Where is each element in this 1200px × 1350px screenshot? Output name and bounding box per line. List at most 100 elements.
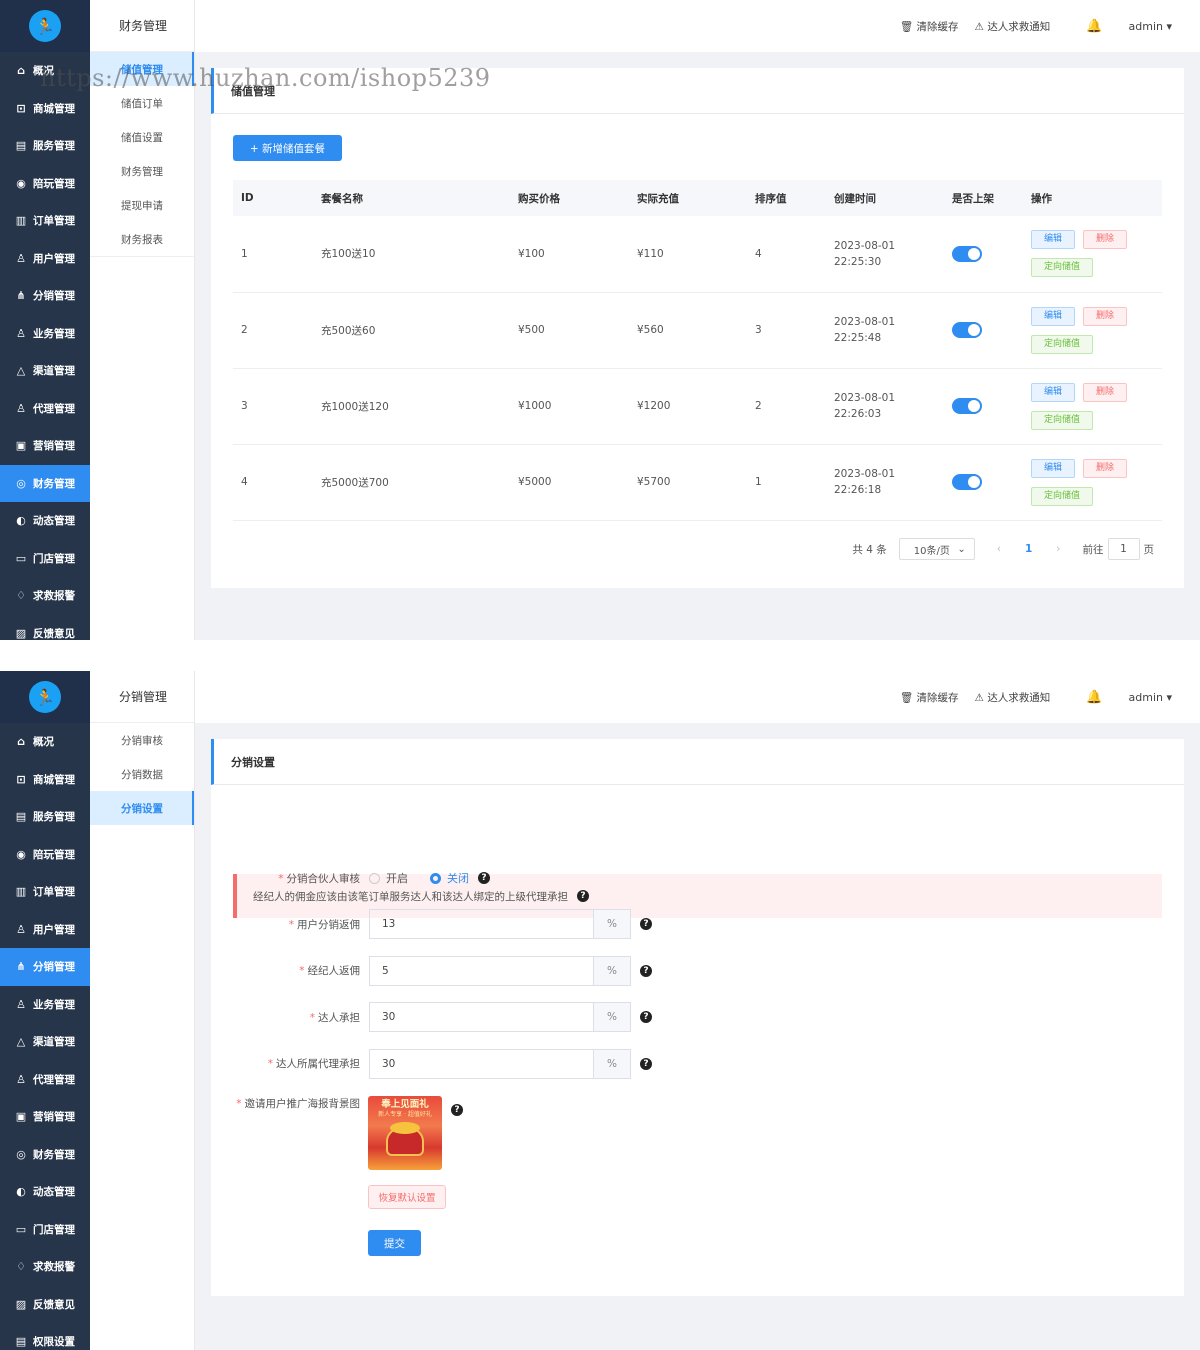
clear-cache-link[interactable]: 🗑 清除缓存 xyxy=(900,19,959,34)
goto-page-input[interactable]: 1 xyxy=(1107,538,1140,560)
sub-item-distribution-audit[interactable]: 分销审核 xyxy=(90,723,194,757)
sub-item-report[interactable]: 财务报表 xyxy=(90,222,194,256)
nav-item-10[interactable]: ▣ 营销管理 xyxy=(0,1098,90,1136)
nav-item-12[interactable]: ◐ 动态管理 xyxy=(0,502,90,540)
nav-item-4[interactable]: ▥ 订单管理 xyxy=(0,873,90,911)
nav-item-5[interactable]: ♙ 用户管理 xyxy=(0,240,90,278)
listed-toggle[interactable] xyxy=(952,245,982,262)
nav-icon: ▤ xyxy=(15,139,27,153)
radio-on-label[interactable]: 开启 xyxy=(386,870,408,886)
nav-item-8[interactable]: △ 渠道管理 xyxy=(0,1023,90,1061)
nav-item-13[interactable]: ▭ 门店管理 xyxy=(0,540,90,578)
nav-item-8[interactable]: △ 渠道管理 xyxy=(0,352,90,390)
nav-item-4[interactable]: ▥ 订单管理 xyxy=(0,202,90,240)
cell-price: ¥100 xyxy=(510,216,629,293)
app-logo[interactable]: 🏃 xyxy=(0,0,90,52)
sub-item-distribution-settings[interactable]: 分销设置 xyxy=(90,791,194,825)
nav-item-12[interactable]: ◐ 动态管理 xyxy=(0,1173,90,1211)
bell-icon[interactable]: 🔔 xyxy=(1086,690,1102,705)
nav-item-11[interactable]: ◎ 财务管理 xyxy=(0,1136,90,1174)
radio-off-label[interactable]: 关闭 xyxy=(447,870,469,886)
top-bar: 🗑 清除缓存 ⚠ 达人求救通知 🔔 admin ▾ xyxy=(195,671,1200,723)
prev-page-icon[interactable]: ‹ xyxy=(997,543,1001,555)
nav-item-7[interactable]: ♙ 业务管理 xyxy=(0,986,90,1024)
directed-deposit-button[interactable]: 定向储值 xyxy=(1031,334,1094,354)
nav-item-14[interactable]: ♢ 求救报警 xyxy=(0,1248,90,1286)
nav-item-6[interactable]: ⋔ 分销管理 xyxy=(0,948,90,986)
edit-button[interactable]: 编辑 xyxy=(1031,306,1076,326)
nav-item-15[interactable]: ▨ 反馈意见 xyxy=(0,615,90,641)
cell-created: 2023-08-01 22:25:30 xyxy=(826,216,944,293)
cell-actual: ¥110 xyxy=(629,216,747,293)
nav-item-2[interactable]: ▤ 服务管理 xyxy=(0,127,90,165)
bell-icon[interactable]: 🔔 xyxy=(1086,19,1102,34)
listed-toggle[interactable] xyxy=(952,322,982,338)
user-menu[interactable]: admin ▾ xyxy=(1129,20,1173,33)
listed-toggle[interactable] xyxy=(952,474,982,490)
edit-button[interactable]: 编辑 xyxy=(1031,458,1076,478)
nav-item-3[interactable]: ◉ 陪玩管理 xyxy=(0,836,90,874)
nav-item-9[interactable]: ♙ 代理管理 xyxy=(0,1061,90,1099)
percent-input[interactable]: 30 xyxy=(369,1002,593,1032)
nav-item-6[interactable]: ⋔ 分销管理 xyxy=(0,277,90,315)
nav-item-15[interactable]: ▨ 反馈意见 xyxy=(0,1286,90,1324)
help-icon[interactable]: ? xyxy=(640,964,652,977)
poster-image[interactable]: 奉上见面礼 新人专享 · 超值好礼 xyxy=(368,1096,442,1170)
delete-button[interactable]: 删除 xyxy=(1083,382,1128,402)
app-logo[interactable]: 🏃 xyxy=(0,671,90,723)
nav-item-5[interactable]: ♙ 用户管理 xyxy=(0,911,90,949)
nav-item-11[interactable]: ◎ 财务管理 xyxy=(0,464,90,502)
edit-button[interactable]: 编辑 xyxy=(1031,230,1076,250)
nav-item-2[interactable]: ▤ 服务管理 xyxy=(0,798,90,836)
help-icon[interactable]: ? xyxy=(640,1057,652,1070)
page-size-select[interactable]: 10条/页 ⌄ xyxy=(898,538,975,560)
cell-actions: 编辑 删除定向储值 xyxy=(1023,216,1162,293)
delete-button[interactable]: 删除 xyxy=(1083,458,1128,478)
reset-default-button[interactable]: 恢复默认设置 xyxy=(368,1185,446,1209)
help-icon[interactable]: ? xyxy=(640,918,652,930)
nav-item-1[interactable]: ⊡ 商城管理 xyxy=(0,90,90,128)
directed-deposit-button[interactable]: 定向储值 xyxy=(1031,410,1094,430)
nav-item-3[interactable]: ◉ 陪玩管理 xyxy=(0,165,90,203)
listed-toggle[interactable] xyxy=(952,398,982,414)
radio-off[interactable] xyxy=(430,872,441,884)
sub-item-stored-settings[interactable]: 储值设置 xyxy=(90,120,194,154)
nav-item-14[interactable]: ♢ 求救报警 xyxy=(0,577,90,615)
rescue-notice-link[interactable]: ⚠ 达人求救通知 xyxy=(975,690,1051,705)
sub-item-distribution-data[interactable]: 分销数据 xyxy=(90,757,194,791)
user-menu[interactable]: admin ▾ xyxy=(1129,691,1173,704)
radio-on[interactable] xyxy=(369,872,380,884)
cell-price: ¥500 xyxy=(510,292,629,369)
submit-button[interactable]: 提交 xyxy=(368,1230,421,1256)
sub-item-withdraw[interactable]: 提现申请 xyxy=(90,188,194,222)
directed-deposit-button[interactable]: 定向储值 xyxy=(1031,258,1094,278)
delete-button[interactable]: 删除 xyxy=(1083,306,1128,326)
nav-item-9[interactable]: ♙ 代理管理 xyxy=(0,390,90,428)
nav-item-1[interactable]: ⊡ 商城管理 xyxy=(0,761,90,799)
delete-button[interactable]: 删除 xyxy=(1083,230,1128,250)
percent-input[interactable]: 30 xyxy=(369,1048,593,1079)
nav-item-10[interactable]: ▣ 营销管理 xyxy=(0,427,90,465)
required-mark: * xyxy=(288,918,294,931)
add-package-button[interactable]: + 新增储值套餐 xyxy=(233,135,342,161)
nav-item-13[interactable]: ▭ 门店管理 xyxy=(0,1211,90,1249)
directed-deposit-button[interactable]: 定向储值 xyxy=(1031,486,1094,506)
page-number[interactable]: 1 xyxy=(1025,543,1032,555)
percent-input[interactable]: 5 xyxy=(369,955,593,986)
help-icon[interactable]: ? xyxy=(478,872,490,884)
sub-item-finance[interactable]: 财务管理 xyxy=(90,154,194,188)
nav-item-0[interactable]: ⌂ 概况 xyxy=(0,723,90,761)
nav-label: 求救报警 xyxy=(33,1261,75,1274)
field-label: * 达人承担 xyxy=(233,1010,369,1025)
nav-item-16[interactable]: ▤ 权限设置 xyxy=(0,1323,90,1350)
rescue-notice-link[interactable]: ⚠ 达人求救通知 xyxy=(975,19,1051,34)
percent-input[interactable]: 13 xyxy=(369,909,593,939)
form-row: * 达人承担 30%? xyxy=(233,1002,833,1032)
help-icon[interactable]: ? xyxy=(451,1104,463,1116)
edit-button[interactable]: 编辑 xyxy=(1031,382,1076,402)
clear-cache-link[interactable]: 🗑 清除缓存 xyxy=(900,690,959,705)
help-icon[interactable]: ? xyxy=(640,1011,652,1023)
nav-item-7[interactable]: ♙ 业务管理 xyxy=(0,315,90,353)
next-page-icon[interactable]: › xyxy=(1056,543,1060,555)
audit-row: * 分销合伙人审核 开启 关闭 ? xyxy=(233,863,833,893)
